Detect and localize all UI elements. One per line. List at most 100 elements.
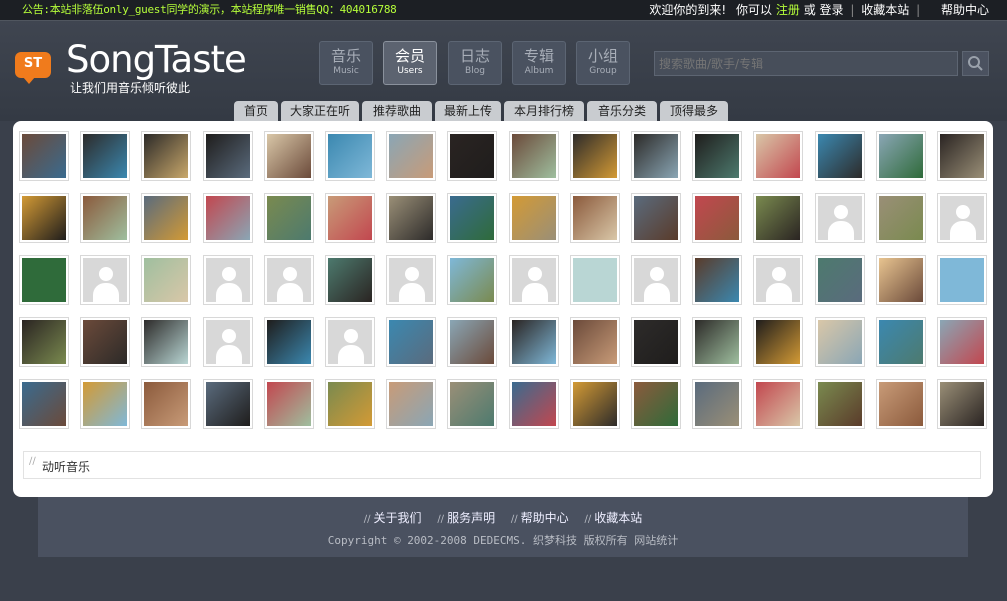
member-avatar[interactable] [508,317,559,367]
tab-categories[interactable]: 音乐分类 [587,101,657,121]
member-avatar[interactable] [202,193,253,243]
default-avatar[interactable] [263,255,314,305]
member-avatar[interactable] [19,255,69,305]
default-avatar[interactable] [753,255,804,305]
help-link[interactable]: 帮助中心 [941,3,989,17]
member-avatar[interactable] [692,255,743,305]
default-avatar[interactable] [937,193,987,243]
member-avatar[interactable] [141,317,192,367]
member-avatar[interactable] [447,255,498,305]
member-avatar[interactable] [937,131,987,181]
member-avatar[interactable] [19,131,69,181]
nav-blog[interactable]: 日志 Blog [448,41,502,85]
footer-link-terms[interactable]: 服务声明 [447,511,495,525]
login-link[interactable]: 登录 [820,3,844,17]
member-avatar[interactable] [631,317,681,367]
footer-link-bookmark[interactable]: 收藏本站 [594,511,642,525]
member-avatar[interactable] [141,379,192,429]
member-avatar[interactable] [80,193,131,243]
member-avatar[interactable] [937,379,987,429]
member-avatar[interactable] [753,317,804,367]
default-avatar[interactable] [202,255,253,305]
member-avatar[interactable] [447,193,498,243]
bookmark-link[interactable]: 收藏本站 [861,3,909,17]
default-avatar[interactable] [814,193,865,243]
search-button[interactable] [962,51,989,76]
member-avatar[interactable] [753,131,804,181]
tab-monthly-chart[interactable]: 本月排行榜 [504,101,584,121]
member-avatar[interactable] [325,255,375,305]
default-avatar[interactable] [631,255,681,305]
tab-latest-upload[interactable]: 最新上传 [435,101,501,121]
member-avatar[interactable] [263,379,314,429]
member-avatar[interactable] [569,255,620,305]
logo-badge-icon[interactable]: ST [15,52,51,84]
member-avatar[interactable] [325,379,375,429]
member-avatar[interactable] [447,379,498,429]
member-avatar[interactable] [569,193,620,243]
member-avatar[interactable] [386,317,437,367]
member-avatar[interactable] [386,131,437,181]
member-avatar[interactable] [875,193,926,243]
member-avatar[interactable] [569,131,620,181]
member-avatar[interactable] [569,317,620,367]
member-avatar[interactable] [202,379,253,429]
member-avatar[interactable] [875,317,926,367]
member-avatar[interactable] [141,131,192,181]
member-avatar[interactable] [692,193,743,243]
member-avatar[interactable] [19,379,69,429]
member-avatar[interactable] [447,317,498,367]
member-avatar[interactable] [508,379,559,429]
member-avatar[interactable] [631,193,681,243]
member-avatar[interactable] [141,255,192,305]
member-avatar[interactable] [325,193,375,243]
member-avatar[interactable] [447,131,498,181]
tab-most-liked[interactable]: 顶得最多 [660,101,728,121]
member-avatar[interactable] [19,317,69,367]
member-avatar[interactable] [814,131,865,181]
member-avatar[interactable] [631,379,681,429]
member-avatar[interactable] [325,131,375,181]
search-input[interactable] [654,51,958,76]
footer-link-help[interactable]: 帮助中心 [521,511,569,525]
tab-recommended[interactable]: 推荐歌曲 [362,101,432,121]
footer-link-about[interactable]: 关于我们 [373,511,421,525]
member-avatar[interactable] [631,131,681,181]
member-avatar[interactable] [692,131,743,181]
member-avatar[interactable] [80,379,131,429]
nav-users[interactable]: 会员 Users [383,41,437,85]
member-avatar[interactable] [875,255,926,305]
member-avatar[interactable] [80,131,131,181]
nav-album[interactable]: 专辑 Album [512,41,566,85]
tag-text[interactable]: 动听音乐 [42,458,90,475]
tab-now-listening[interactable]: 大家正在听 [281,101,359,121]
default-avatar[interactable] [386,255,437,305]
member-avatar[interactable] [386,193,437,243]
member-avatar[interactable] [386,379,437,429]
member-avatar[interactable] [202,131,253,181]
member-avatar[interactable] [263,317,314,367]
member-avatar[interactable] [692,379,743,429]
member-avatar[interactable] [692,317,743,367]
member-avatar[interactable] [875,379,926,429]
member-avatar[interactable] [753,193,804,243]
member-avatar[interactable] [937,317,987,367]
member-avatar[interactable] [814,317,865,367]
nav-music[interactable]: 音乐 Music [319,41,373,85]
member-avatar[interactable] [80,317,131,367]
member-avatar[interactable] [263,193,314,243]
nav-group[interactable]: 小组 Group [576,41,630,85]
member-avatar[interactable] [814,255,865,305]
member-avatar[interactable] [569,379,620,429]
member-avatar[interactable] [814,379,865,429]
default-avatar[interactable] [508,255,559,305]
member-avatar[interactable] [141,193,192,243]
default-avatar[interactable] [80,255,131,305]
member-avatar[interactable] [753,379,804,429]
site-logo[interactable]: SongTaste [66,38,247,81]
default-avatar[interactable] [325,317,375,367]
member-avatar[interactable] [19,193,69,243]
member-avatar[interactable] [937,255,987,305]
tab-home[interactable]: 首页 [234,101,278,121]
register-link[interactable]: 注册 [776,3,800,17]
